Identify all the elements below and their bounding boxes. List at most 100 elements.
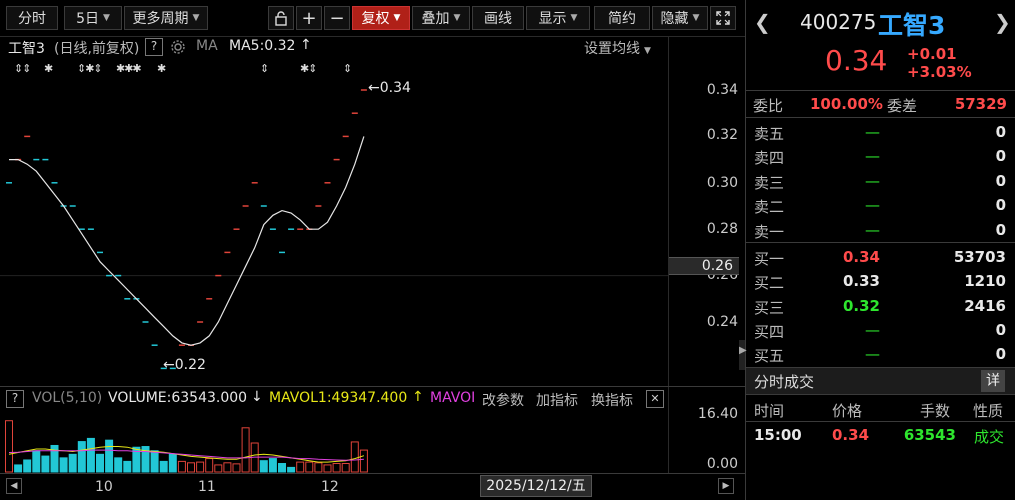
bid-row-4[interactable]: 买四 — 0 [748,318,1014,342]
low-price-value: 0.22 [174,357,206,373]
date-tag: 2025/12/12/五 [480,475,592,497]
volume-bar [241,427,250,473]
price-change: +0.01 [907,45,957,63]
volume-bar [32,450,41,473]
bid-label: 买一 [754,250,785,268]
volume-bar [314,462,323,473]
more-periods-dropdown[interactable]: 更多周期 ▼ [124,6,208,30]
bid-price: — [865,321,880,339]
volume-bar [305,461,314,473]
current-price-tag: 0.26 [669,257,739,275]
prev-stock-button[interactable]: ❮ [754,10,771,34]
draw-line-label: 画线 [484,11,512,27]
price-axis-label: 0.28 [706,221,738,237]
display-dropdown[interactable]: 显示 ▼ [526,6,590,30]
scroll-left-button[interactable]: ◀ [6,478,22,494]
volume-bar [214,464,223,473]
tab-timeshare[interactable]: 分时 [6,6,58,30]
x-axis-label: 11 [198,479,216,495]
volume-axis-label: 0.00 [706,456,738,472]
kline-chart[interactable] [0,36,668,386]
volume-bar [205,458,214,473]
trade-price: 0.34 [832,426,870,444]
volume-bar [159,460,168,473]
ask-row-4[interactable]: 卖四 — 0 [748,144,1014,168]
ask-volume: 0 [995,196,1006,214]
period-5day-dropdown[interactable]: 5日 ▼ [64,6,122,30]
next-stock-button[interactable]: ❯ [994,10,1011,34]
trade-time: 15:00 [754,426,802,444]
trades-detail-button[interactable]: 详 [981,370,1005,392]
chevron-down-icon: ▼ [393,13,401,23]
ask-row-5[interactable]: 卖五 — 0 [748,120,1014,144]
trades-col-time: 时间 [754,402,785,420]
price-change-pct: +3.03% [907,63,972,81]
trade-row[interactable]: 15:00 0.34 63543 成交 [748,423,1014,447]
trades-col-volume: 手数 [920,402,951,420]
bid-price: 0.34 [842,248,880,266]
x-axis-label: 10 [95,479,113,495]
bid-volume: 53703 [953,248,1006,266]
ratio-divider [746,117,1015,118]
bid-row-2[interactable]: 买二 0.33 1210 [748,269,1014,293]
bid-price: — [865,345,880,363]
x-axis-label: 12 [321,479,339,495]
profile-button[interactable]: 简约 [594,6,650,30]
ask-label: 卖三 [754,174,785,192]
profile-label: 简约 [608,11,636,27]
bid-volume: 2416 [964,297,1006,315]
volume-bar [86,437,95,473]
ask-row-2[interactable]: 卖二 — 0 [748,193,1014,217]
ask-volume: 0 [995,172,1006,190]
trades-title: 分时成交 [754,373,815,391]
hide-dropdown[interactable]: 隐藏 ▼ [652,6,708,30]
order-diff-label: 委差 [887,97,918,115]
chevron-down-icon: ▼ [692,13,700,23]
fullscreen-button[interactable] [710,6,736,30]
adjust-price-dropdown[interactable]: 复权 ▼ [352,6,410,30]
volume-chart[interactable] [0,386,668,473]
zoom-in-button[interactable]: + [296,6,322,30]
ask-volume: 0 [995,123,1006,141]
order-ratio-label: 委比 [753,97,784,115]
chevron-left-icon: ◀ [10,481,18,491]
volume-bar [168,453,177,473]
left-arrow-icon: ← [368,80,380,96]
zoom-out-button[interactable]: − [324,6,350,30]
bid-row-5[interactable]: 买五 — 0 [748,342,1014,366]
stock-name: 工智3 [878,11,946,40]
volume-bar [96,453,104,473]
volume-bar [77,441,86,473]
volume-bar [114,457,123,473]
ask-volume: 0 [995,221,1006,239]
bid-row-3[interactable]: 买三 0.32 2416 [748,294,1014,318]
volume-bar [341,463,350,473]
scroll-right-button[interactable]: ▶ [718,478,734,494]
volume-bar [41,455,50,473]
price-axis-label: 0.34 [706,82,738,98]
lock-button[interactable] [268,6,294,30]
draw-line-button[interactable]: 画线 [472,6,524,30]
ask-label: 卖二 [754,198,785,216]
collapse-arrow-icon: ▶ [739,345,747,356]
volume-bar [177,460,186,473]
ask-price: — [865,147,880,165]
volume-bar [5,420,13,473]
chevron-right-icon: ▶ [722,481,730,491]
volume-bar [123,460,132,473]
ask-row-1[interactable]: 卖一 — 0 [748,218,1014,242]
bid-row-1[interactable]: 买一 0.34 53703 [748,245,1014,269]
ask-row-3[interactable]: 卖三 — 0 [748,169,1014,193]
volume-bar [196,461,205,473]
volume-bar [187,462,195,473]
lock-icon [275,10,287,26]
period-5day-label: 5日 [76,11,99,27]
order-ratio-value: 100.00% [810,95,883,113]
adjust-price-label: 复权 [361,11,390,27]
axis-divider [668,36,669,473]
volume-bar [323,464,332,473]
volume-bar [359,449,368,473]
high-price-value: 0.34 [379,80,411,96]
overlay-dropdown[interactable]: 叠加 ▼ [412,6,470,30]
volume-bar [232,463,241,473]
